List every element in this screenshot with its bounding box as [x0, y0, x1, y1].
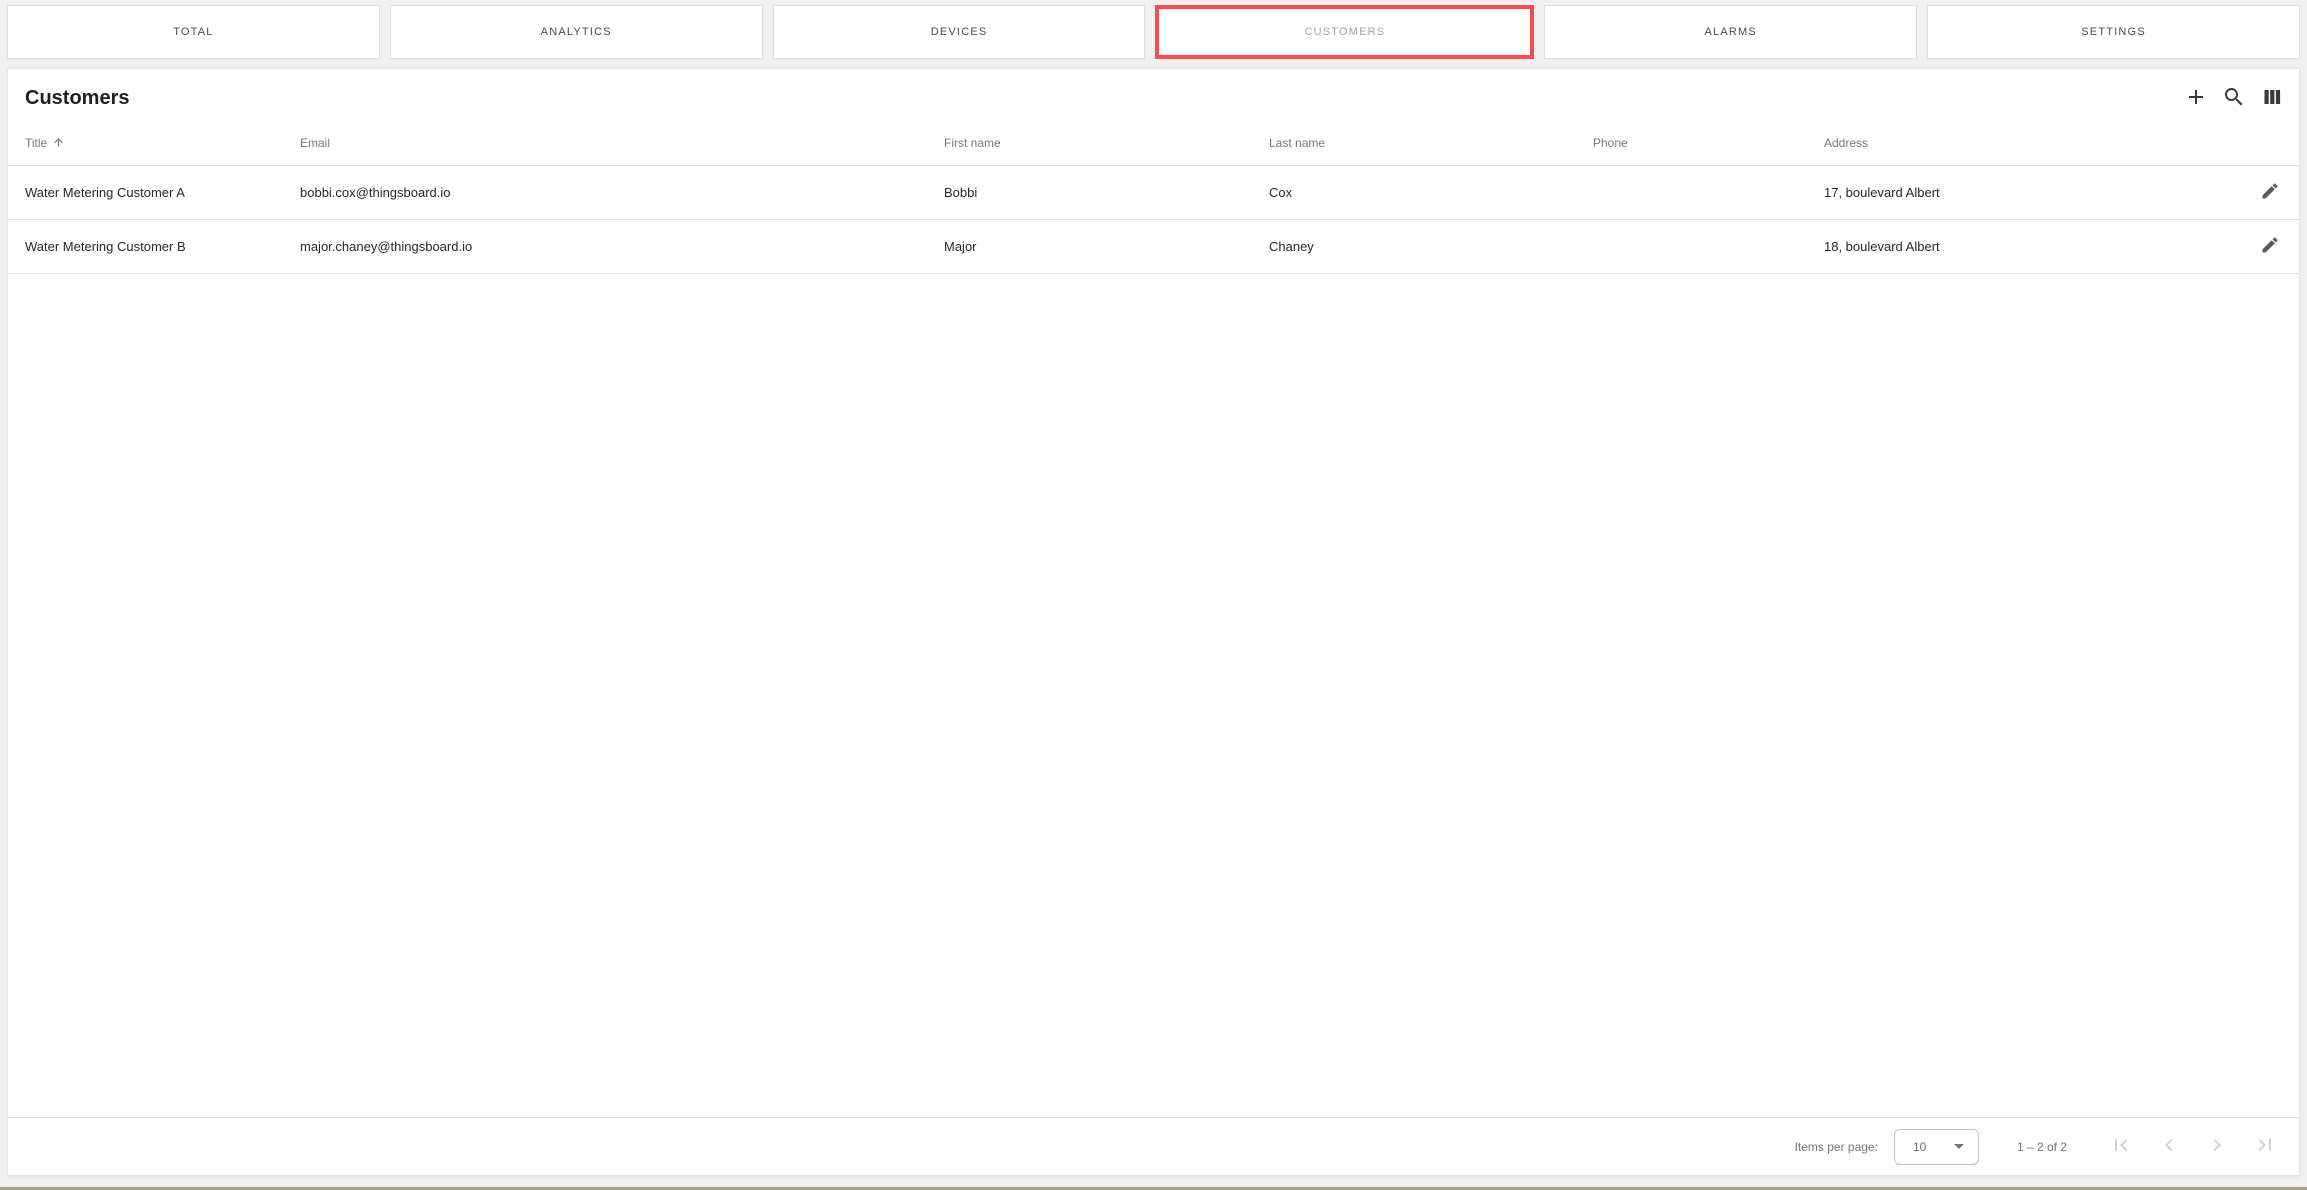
- cell-first-name: Major: [944, 219, 1269, 273]
- chevron-down-icon: [1954, 1144, 1964, 1149]
- column-header-title[interactable]: Title: [8, 121, 300, 165]
- chevron-right-icon: [2205, 1133, 2229, 1160]
- page-size-select[interactable]: 10: [1894, 1129, 1979, 1165]
- cell-last-name: Cox: [1269, 165, 1593, 219]
- previous-page-button[interactable]: [2157, 1135, 2181, 1159]
- tab-devices[interactable]: DEVICES: [773, 5, 1146, 59]
- cell-phone: [1593, 219, 1824, 273]
- columns-button[interactable]: [2257, 83, 2287, 113]
- cell-title: Water Metering Customer A: [8, 165, 300, 219]
- chevron-left-icon: [2157, 1133, 2181, 1160]
- table-row[interactable]: Water Metering Customer B major.chaney@t…: [8, 219, 2299, 273]
- customers-widget-card: Customers: [7, 68, 2300, 1176]
- column-header-title-label: Title: [25, 136, 47, 150]
- tab-total[interactable]: TOTAL: [7, 5, 380, 59]
- cell-phone: [1593, 165, 1824, 219]
- search-button[interactable]: [2219, 83, 2249, 113]
- cell-title: Water Metering Customer B: [8, 219, 300, 273]
- column-header-last-name[interactable]: Last name: [1269, 121, 1593, 165]
- columns-icon: [2260, 85, 2284, 112]
- table-row[interactable]: Water Metering Customer A bobbi.cox@thin…: [8, 165, 2299, 219]
- pager-buttons: [2109, 1135, 2277, 1159]
- dashboard-state-tabs: TOTAL ANALYTICS DEVICES CUSTOMERS ALARMS…: [7, 5, 2300, 59]
- cell-last-name: Chaney: [1269, 219, 1593, 273]
- cell-first-name: Bobbi: [944, 165, 1269, 219]
- column-header-actions: [2238, 121, 2299, 165]
- cell-email: bobbi.cox@thingsboard.io: [300, 165, 944, 219]
- add-icon: [2184, 85, 2208, 112]
- edit-customer-button[interactable]: [2257, 179, 2283, 205]
- column-header-first-name[interactable]: First name: [944, 121, 1269, 165]
- column-header-address[interactable]: Address: [1824, 121, 2238, 165]
- sort-asc-icon: [52, 136, 65, 149]
- search-icon: [2222, 85, 2246, 112]
- edit-pencil-icon: [2260, 181, 2280, 204]
- items-per-page-label: Items per page:: [1795, 1140, 1878, 1154]
- first-page-button[interactable]: [2109, 1135, 2133, 1159]
- page-title: Customers: [25, 87, 129, 110]
- column-header-phone[interactable]: Phone: [1593, 121, 1824, 165]
- first-page-icon: [2109, 1133, 2133, 1160]
- paginator: Items per page: 10 1 – 2 of 2: [8, 1117, 2299, 1175]
- edit-customer-button[interactable]: [2257, 233, 2283, 259]
- table-header-row: Title Email First name Last name Phone A…: [8, 121, 2299, 165]
- page-size-value: 10: [1913, 1140, 1926, 1154]
- cell-address: 18, boulevard Albert: [1824, 219, 2238, 273]
- next-page-button[interactable]: [2205, 1135, 2229, 1159]
- last-page-button[interactable]: [2253, 1135, 2277, 1159]
- add-customer-button[interactable]: [2181, 83, 2211, 113]
- edit-pencil-icon: [2260, 235, 2280, 258]
- page-range-label: 1 – 2 of 2: [2017, 1140, 2067, 1154]
- tab-customers[interactable]: CUSTOMERS: [1155, 5, 1534, 59]
- cell-email: major.chaney@thingsboard.io: [300, 219, 944, 273]
- cell-actions: [2238, 219, 2299, 273]
- tab-analytics[interactable]: ANALYTICS: [390, 5, 763, 59]
- table-empty-area: [8, 274, 2299, 1118]
- tab-alarms[interactable]: ALARMS: [1544, 5, 1917, 59]
- card-toolbar: [2181, 83, 2287, 113]
- last-page-icon: [2253, 1133, 2277, 1160]
- cell-address: 17, boulevard Albert: [1824, 165, 2238, 219]
- tab-settings[interactable]: SETTINGS: [1927, 5, 2300, 59]
- cell-actions: [2238, 165, 2299, 219]
- column-header-email[interactable]: Email: [300, 121, 944, 165]
- card-header: Customers: [8, 69, 2299, 121]
- customers-table: Title Email First name Last name Phone A…: [8, 121, 2299, 274]
